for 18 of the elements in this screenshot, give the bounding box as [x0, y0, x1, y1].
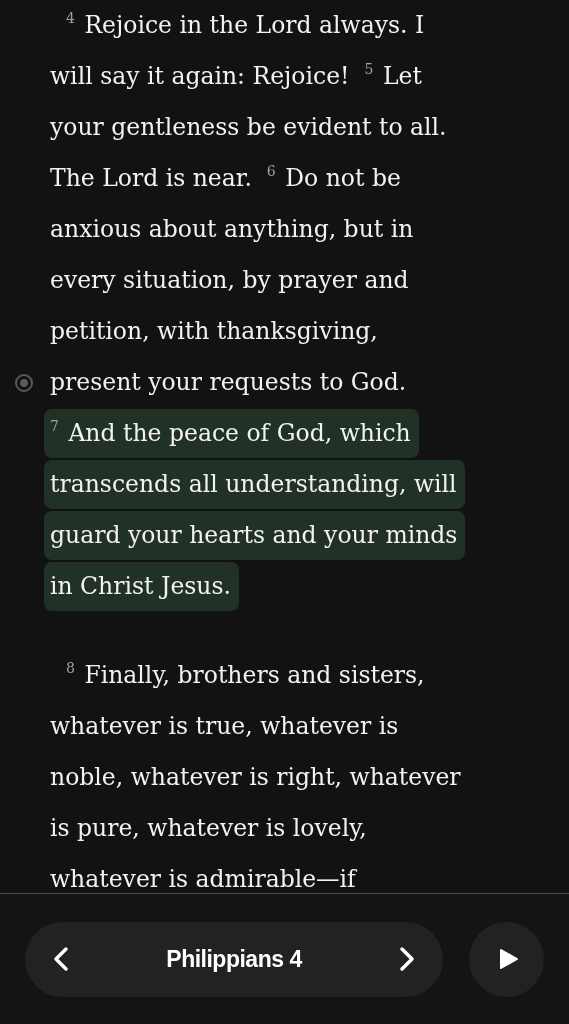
verse-line[interactable]: your gentleness be evident to all.	[44, 103, 455, 152]
verse-line[interactable]: every situation, by prayer and	[44, 256, 417, 305]
play-icon	[498, 948, 519, 970]
verse-line[interactable]: noble, whatever is right, whatever	[44, 753, 469, 802]
verse-line[interactable]: $^{4}$ Rejoice in the Lord always. I	[60, 1, 433, 50]
verse-line[interactable]: is pure, whatever is lovely,	[44, 804, 375, 853]
verse-line[interactable]: petition, with thanksgiving,	[44, 307, 386, 356]
note-marker-icon[interactable]	[15, 374, 33, 392]
verse-line[interactable]: whatever is true, whatever is	[44, 702, 407, 751]
verse-line[interactable]: whatever is admirable—if	[44, 855, 364, 893]
verse-line[interactable]: anxious about anything, but in	[44, 205, 422, 254]
chevron-right-icon	[399, 946, 415, 972]
verse-line[interactable]: $^{8}$ Finally, brothers and sisters,	[60, 651, 433, 700]
chapter-title[interactable]: Philippians 4	[160, 944, 308, 974]
verse-line[interactable]: will say it again: Rejoice! $^{5}$ Let	[44, 52, 430, 101]
verse-line[interactable]: present your requests to God.	[44, 358, 415, 407]
chevron-left-icon	[53, 946, 69, 972]
verse-line[interactable]: The Lord is near. $^{6}$ Do not be	[44, 154, 409, 203]
